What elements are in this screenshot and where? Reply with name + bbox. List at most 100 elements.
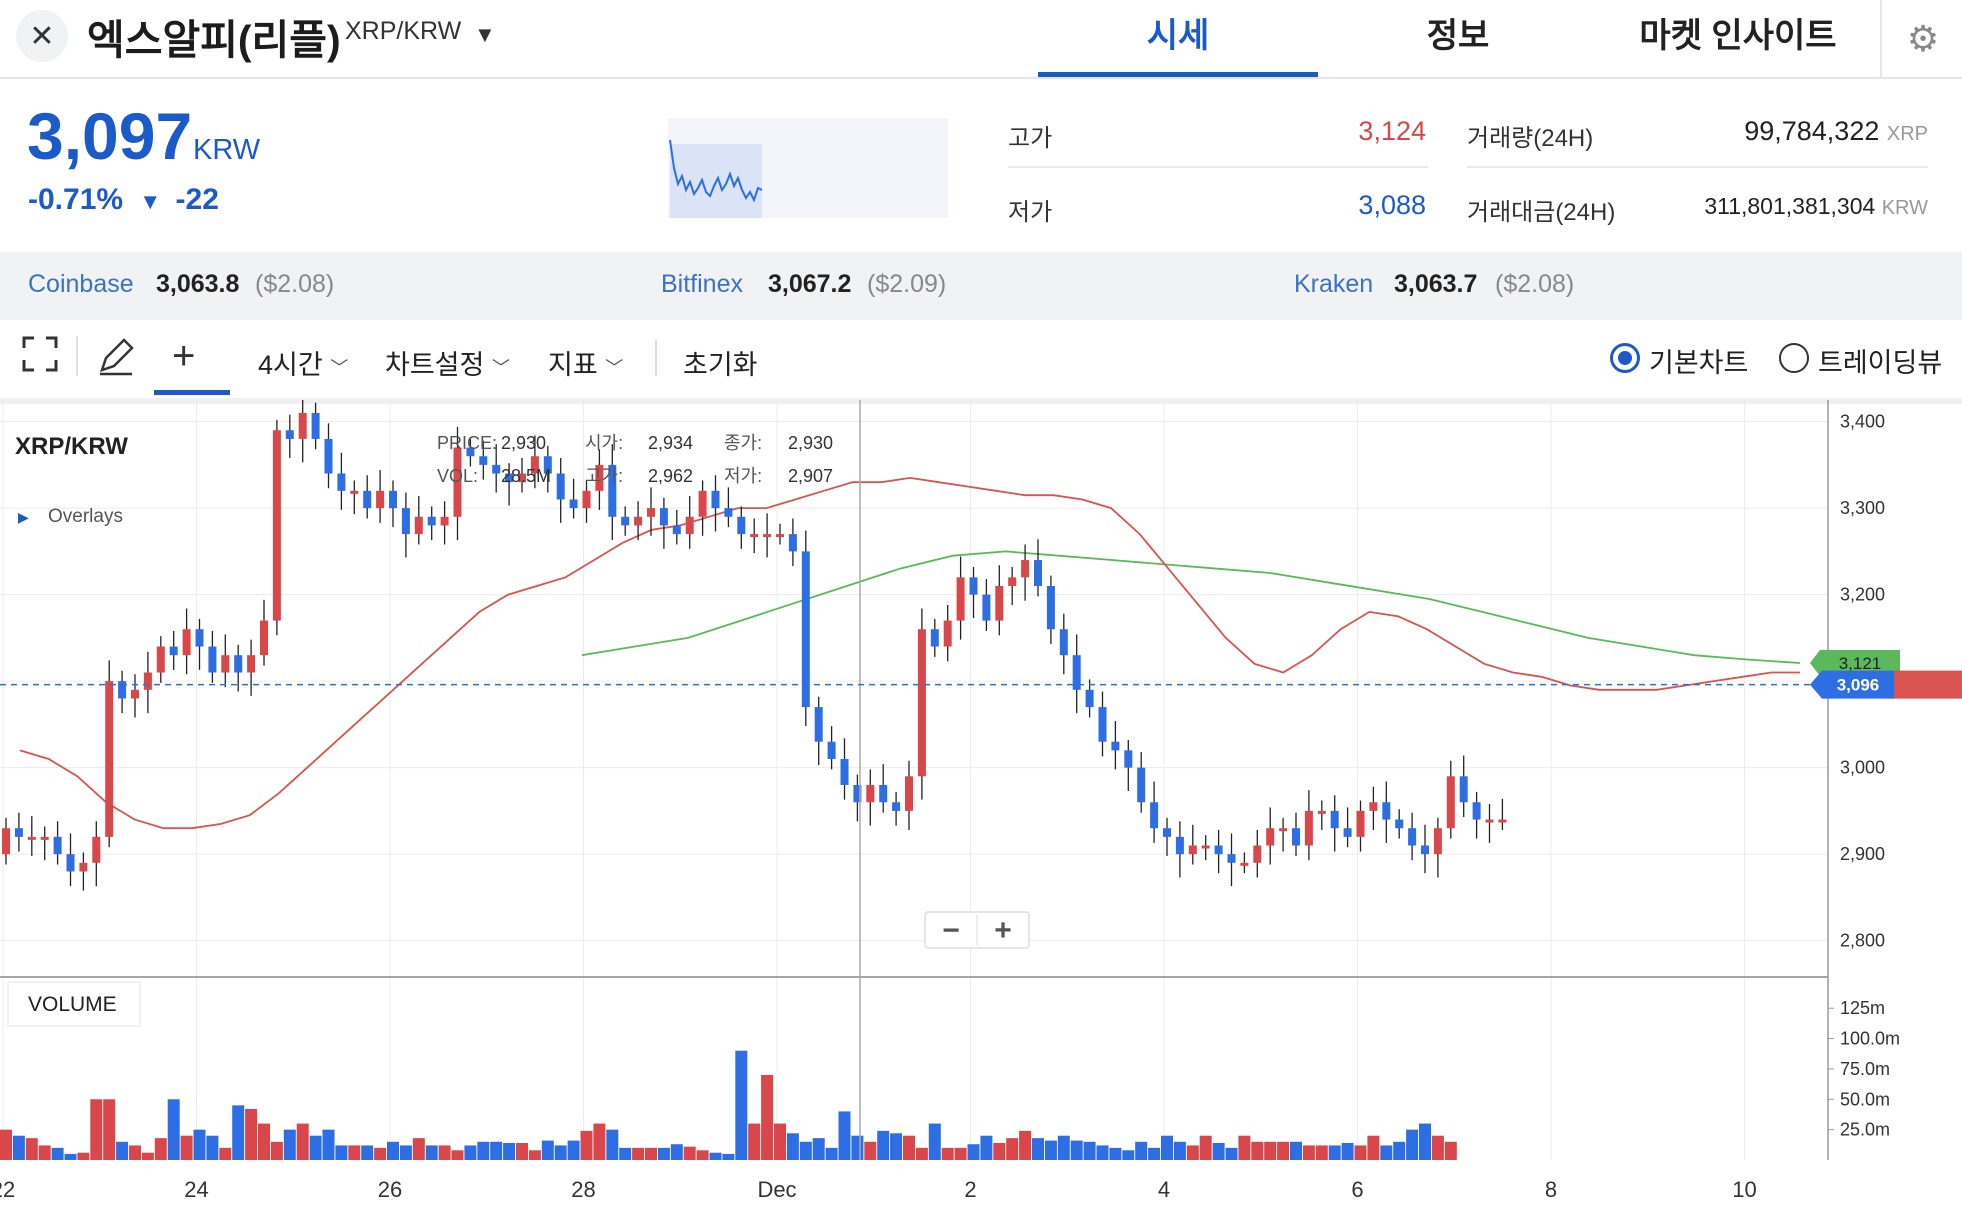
exchange-kraken[interactable]: Kraken — [1294, 270, 1373, 299]
candle-body — [1188, 845, 1197, 855]
candle-body — [1433, 828, 1442, 855]
pair-label: XRP/KRW — [345, 17, 462, 45]
candle-body — [1150, 802, 1159, 829]
pencil-icon[interactable] — [96, 336, 136, 385]
candle-body — [66, 854, 75, 872]
candle-body — [53, 836, 62, 855]
volume-bar — [322, 1129, 335, 1160]
indicators-select[interactable]: 지표 ﹀ — [548, 343, 623, 382]
tab-price[interactable]: 시세 — [1038, 8, 1318, 77]
basic-chart-label[interactable]: 기본차트 — [1649, 341, 1748, 380]
overlays-label[interactable]: Overlays — [48, 506, 123, 527]
candle-body — [750, 534, 759, 538]
volume-bar — [567, 1140, 580, 1160]
volume-bar — [1290, 1141, 1302, 1160]
volume-unit: XRP — [1886, 123, 1928, 145]
basic-chart-radio[interactable] — [1610, 343, 1640, 373]
coin-name: 엑스알피(리플) — [87, 17, 341, 63]
sparkline — [668, 118, 948, 218]
tab-info[interactable]: 정보 — [1318, 8, 1598, 77]
x-tick-label: 4 — [1158, 1177, 1170, 1202]
volume-bar — [915, 1147, 928, 1160]
volume-bar — [864, 1141, 877, 1160]
volume-bar — [1199, 1135, 1212, 1160]
volume-panel-label: VOLUME — [7, 981, 141, 1027]
y-tick-label: 3,400 — [1840, 412, 1885, 432]
volume-bar — [528, 1150, 541, 1160]
price-unit: KRW — [193, 134, 261, 166]
exchange-coinbase[interactable]: Coinbase — [28, 270, 134, 299]
volume-bar — [774, 1123, 786, 1160]
candle-body — [1266, 828, 1275, 846]
amount-label: 거래대금(24H) — [1467, 199, 1616, 226]
chevron-down-icon[interactable]: ▼ — [474, 22, 496, 48]
volume-bar — [606, 1129, 619, 1160]
active-tab-indicator — [1038, 72, 1318, 77]
chart-settings-select[interactable]: 차트설정 ﹀ — [385, 343, 510, 382]
candle-body — [1046, 585, 1055, 630]
gear-icon[interactable]: ⚙ — [1880, 0, 1962, 77]
volume-bar — [154, 1138, 167, 1160]
interval-select[interactable]: 4시간 ﹀ — [258, 343, 348, 382]
candle-body — [1085, 689, 1094, 708]
volume-bar — [1431, 1135, 1444, 1160]
divider — [655, 340, 657, 376]
exchange-bitfinex[interactable]: Bitfinex — [661, 270, 743, 299]
reset-button[interactable]: 초기화 — [683, 343, 758, 382]
sparkline-chart — [669, 139, 763, 218]
trading-view-label[interactable]: 트레이딩뷰 — [1818, 341, 1942, 380]
candle-body — [1485, 819, 1494, 823]
chart-symbol: XRP/KRW — [15, 433, 128, 460]
candle-body — [788, 534, 797, 552]
zoom-out-button[interactable]: − — [942, 914, 960, 947]
candle-body — [363, 490, 372, 509]
tooltip-vol: 28.5M — [501, 466, 551, 486]
y-tick-label: 3,300 — [1840, 498, 1885, 518]
candle-body — [1317, 810, 1326, 814]
volume-bar — [1406, 1129, 1419, 1160]
volume-bar — [464, 1145, 477, 1160]
candle-body — [930, 629, 939, 647]
volume-24h: 99,784,322 XRP — [1650, 116, 1928, 147]
candle-body — [969, 577, 978, 595]
volume-bar — [709, 1152, 722, 1160]
tooltip-close-label: 종가: — [724, 433, 762, 453]
volume-bar — [941, 1147, 954, 1160]
crosshair-icon[interactable]: + — [172, 334, 195, 379]
ma-fast-line — [19, 476, 1800, 830]
volume-bar — [1393, 1141, 1406, 1160]
candle-body — [350, 490, 359, 494]
interval-label: 4시간 — [258, 350, 323, 380]
volume-bar — [25, 1138, 38, 1160]
candle-body — [905, 776, 913, 811]
divider — [76, 336, 78, 376]
volume-bar — [1367, 1135, 1380, 1160]
candle-body — [647, 508, 655, 517]
trading-view-radio[interactable] — [1779, 343, 1809, 373]
divider — [1008, 166, 1428, 168]
candle-body — [1446, 776, 1455, 829]
volume-bar — [748, 1123, 761, 1160]
zoom-in-button[interactable]: + — [994, 914, 1012, 947]
tab-market-insight[interactable]: 마켓 인사이트 — [1598, 8, 1878, 77]
candle-body — [1111, 741, 1120, 751]
exchange-usd: ($2.09) — [867, 270, 947, 298]
close-icon[interactable]: ✕ — [16, 10, 68, 62]
candle-body — [711, 490, 720, 509]
volume-bar — [825, 1147, 838, 1160]
candle-body — [801, 551, 810, 708]
volume-bar — [90, 1099, 103, 1160]
fullscreen-icon[interactable] — [22, 336, 58, 381]
candle-body — [311, 412, 320, 439]
volume-bar — [206, 1135, 219, 1160]
candle-body — [724, 508, 733, 517]
volume-bar — [387, 1141, 399, 1160]
volume-bar — [451, 1150, 464, 1160]
volume-bar — [1135, 1141, 1148, 1160]
overlays-toggle-icon[interactable]: ▶ — [18, 509, 29, 525]
volume-bar — [928, 1123, 941, 1160]
candle-body — [982, 594, 991, 621]
price-chart[interactable]: 3,4003,3003,2003,1003,0002,9002,800 125m… — [0, 400, 1962, 1212]
exchange-usd: ($2.08) — [1495, 270, 1575, 298]
volume-bar — [1109, 1147, 1122, 1160]
